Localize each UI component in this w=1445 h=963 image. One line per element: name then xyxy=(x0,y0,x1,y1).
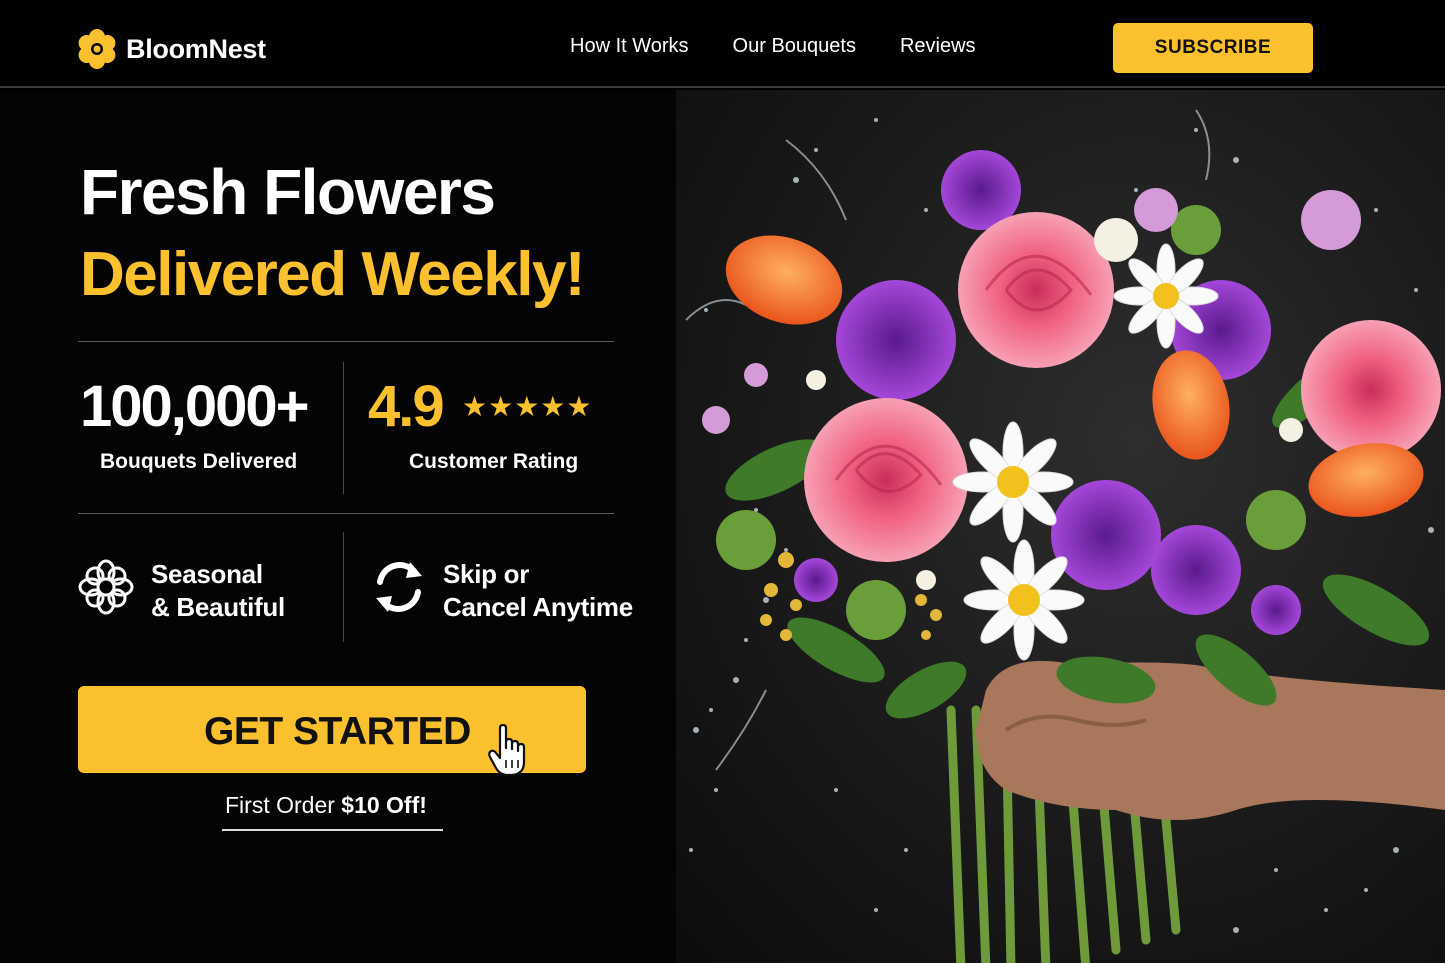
pointer-hand-icon xyxy=(488,724,526,777)
headline-line-2: Delivered Weekly! xyxy=(80,240,586,309)
nav-links: How It Works Our Bouquets Reviews xyxy=(570,35,976,58)
nav-our-bouquets[interactable]: Our Bouquets xyxy=(733,35,856,58)
brand-name: BloomNest xyxy=(126,33,266,64)
top-nav: BloomNest How It Works Our Bouquets Revi… xyxy=(0,0,1445,88)
rating-stars: ★★★★★ xyxy=(462,391,593,422)
nav-how-it-works[interactable]: How It Works xyxy=(570,35,689,58)
feature-skip-line2: Cancel Anytime xyxy=(443,592,633,622)
feature-skip-cancel: Skip or Cancel Anytime xyxy=(443,558,633,624)
feature-seasonal-line1: Seasonal xyxy=(151,559,263,589)
stat-bouquets-label: Bouquets Delivered xyxy=(100,450,298,473)
subscribe-button[interactable]: SUBSCRIBE xyxy=(1113,23,1313,73)
flower-logo-icon xyxy=(78,29,116,69)
feature-skip-line1: Skip or xyxy=(443,559,530,589)
stat-bouquets-value: 100,000+ xyxy=(80,374,310,439)
divider-top xyxy=(78,341,614,342)
offer-prefix: First Order xyxy=(225,792,335,818)
stat-rating-label: Customer Rating xyxy=(409,450,579,473)
bouquet-illustration xyxy=(685,109,1445,963)
divider-middle xyxy=(78,513,614,514)
first-order-offer[interactable]: First Order $10 Off! xyxy=(225,792,427,819)
offer-underline xyxy=(222,829,443,831)
feature-seasonal: Seasonal & Beautiful xyxy=(151,558,285,624)
brand-logo[interactable]: BloomNest xyxy=(76,28,266,70)
refresh-icon xyxy=(376,562,422,612)
bouquet-photo xyxy=(676,90,1445,963)
flower-icon xyxy=(78,559,134,615)
nav-reviews[interactable]: Reviews xyxy=(900,35,976,58)
headline-line-1: Fresh Flowers xyxy=(80,156,496,228)
feature-seasonal-line2: & Beautiful xyxy=(151,592,285,622)
offer-amount: $10 Off! xyxy=(341,792,427,818)
feature-divider xyxy=(343,532,344,642)
stat-rating-value: 4.9 xyxy=(368,374,445,439)
stat-divider xyxy=(343,362,344,494)
get-started-label: GET STARTED xyxy=(204,710,471,753)
